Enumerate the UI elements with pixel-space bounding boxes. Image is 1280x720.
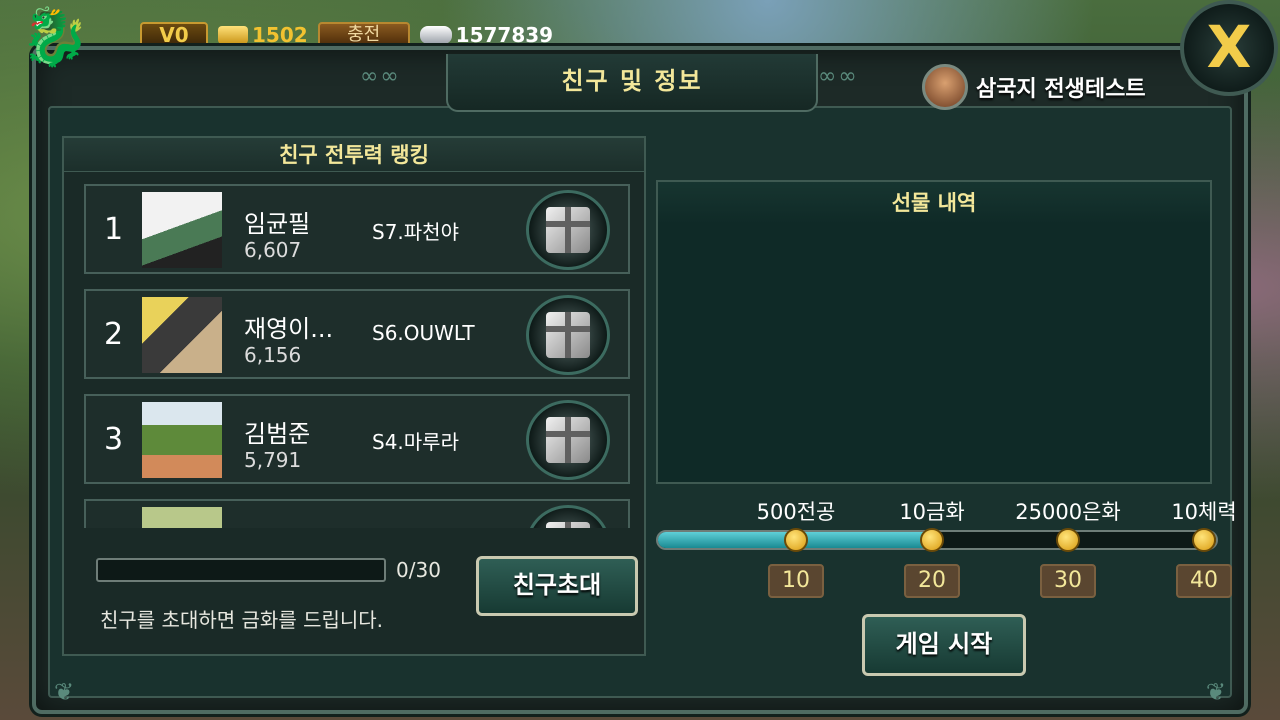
friend-power: 6,607 <box>244 238 302 262</box>
milestone-count-tag: 40 <box>1176 564 1232 598</box>
gold-ingot-icon <box>218 26 248 44</box>
dialog-title-plate: 친구 및 정보 <box>446 54 818 112</box>
friend-power: 6,156 <box>244 343 302 367</box>
vip-badge[interactable]: V0 <box>140 22 208 48</box>
milestone-reward-label: 500전공 <box>756 500 836 524</box>
friend-server: S4.마루라 <box>372 430 459 454</box>
friend-power: 5,791 <box>244 448 302 472</box>
send-gift-button[interactable] <box>526 190 610 270</box>
game-start-button[interactable]: 게임 시작 <box>862 614 1026 676</box>
send-gift-button[interactable] <box>526 400 610 480</box>
gift-box-icon <box>546 417 590 463</box>
friend-name: 재영이... <box>244 315 334 343</box>
ranking-list[interactable]: 1 임균필 6,607 S7.파천야 2 재영이... 6,156 S6.OUW… <box>70 176 640 528</box>
send-gift-button[interactable] <box>526 295 610 375</box>
friend-avatar <box>142 192 222 268</box>
close-button[interactable]: X <box>1180 0 1278 96</box>
gold-amount: 1502 <box>252 23 308 47</box>
milestone-coin-icon[interactable] <box>784 528 808 552</box>
milestone-coin-icon[interactable] <box>1056 528 1080 552</box>
dialog-title: 친구 및 정보 <box>561 67 703 95</box>
server-name: 삼국지 전생테스트 <box>976 77 1146 102</box>
rank-number: 2 <box>104 317 124 352</box>
corner-ornament-icon: ❦ <box>54 678 75 706</box>
invite-progress-text: 0/30 <box>396 558 441 582</box>
rank-number: 1 <box>104 212 124 247</box>
milestone-count-tag: 20 <box>904 564 960 598</box>
ranking-row: 1 임균필 6,607 S7.파천야 <box>84 184 630 274</box>
ranking-row <box>84 499 630 528</box>
milestone-count-tag: 10 <box>768 564 824 598</box>
silver-resource: 1577839 <box>419 23 554 47</box>
server-badge: 삼국지 전생테스트 <box>922 64 1146 110</box>
milestone-coin-icon[interactable] <box>1192 528 1216 552</box>
milestone-coin-icon[interactable] <box>920 528 944 552</box>
cloud-ornament-icon: ∞∞ <box>360 64 401 89</box>
friend-avatar <box>142 297 222 373</box>
friend-ranking-panel: 친구 전투력 랭킹 1 임균필 6,607 S7.파천야 2 재영이... 6,… <box>62 136 646 656</box>
milestone-count-tag: 30 <box>1040 564 1096 598</box>
gift-history-header: 선물 내역 <box>658 182 1210 224</box>
milestone-reward-label: 10금화 <box>899 500 965 524</box>
gift-box-icon <box>546 522 590 528</box>
friend-name: 김범준 <box>244 420 311 448</box>
ranking-header: 친구 전투력 랭킹 <box>64 138 644 172</box>
gift-box-icon <box>546 312 590 358</box>
silver-amount: 1577839 <box>455 23 554 47</box>
friend-server: S7.파천야 <box>372 220 459 244</box>
send-gift-button[interactable] <box>526 505 610 528</box>
ranking-row: 3 김범준 5,791 S4.마루라 <box>84 394 630 484</box>
rank-number: 3 <box>104 422 124 457</box>
invite-note: 친구를 초대하면 금화를 드립니다. <box>100 608 384 632</box>
ranking-row: 2 재영이... 6,156 S6.OUWLT <box>84 289 630 379</box>
friend-avatar <box>142 507 222 528</box>
friend-avatar <box>142 402 222 478</box>
gift-history-panel: 선물 내역 <box>656 180 1212 484</box>
milestone-reward-label: 10체력 <box>1171 500 1237 524</box>
charge-button[interactable]: 충전 <box>317 22 410 48</box>
gold-resource: 1502 <box>218 23 308 47</box>
friend-name: 임균필 <box>244 210 311 238</box>
milestone-reward-label: 25000은화 <box>1015 500 1121 524</box>
general-avatar <box>922 64 968 110</box>
gift-box-icon <box>546 207 590 253</box>
cloud-ornament-icon: ∞∞ <box>818 64 859 89</box>
silver-ingot-icon <box>419 26 452 44</box>
invite-progress-bar <box>96 558 386 582</box>
dragon-ornament-icon: 🐉 <box>20 5 90 70</box>
corner-ornament-icon: ❦ <box>1205 678 1226 706</box>
friend-server: S6.OUWLT <box>372 321 475 345</box>
invite-friend-button[interactable]: 친구초대 <box>476 556 638 616</box>
